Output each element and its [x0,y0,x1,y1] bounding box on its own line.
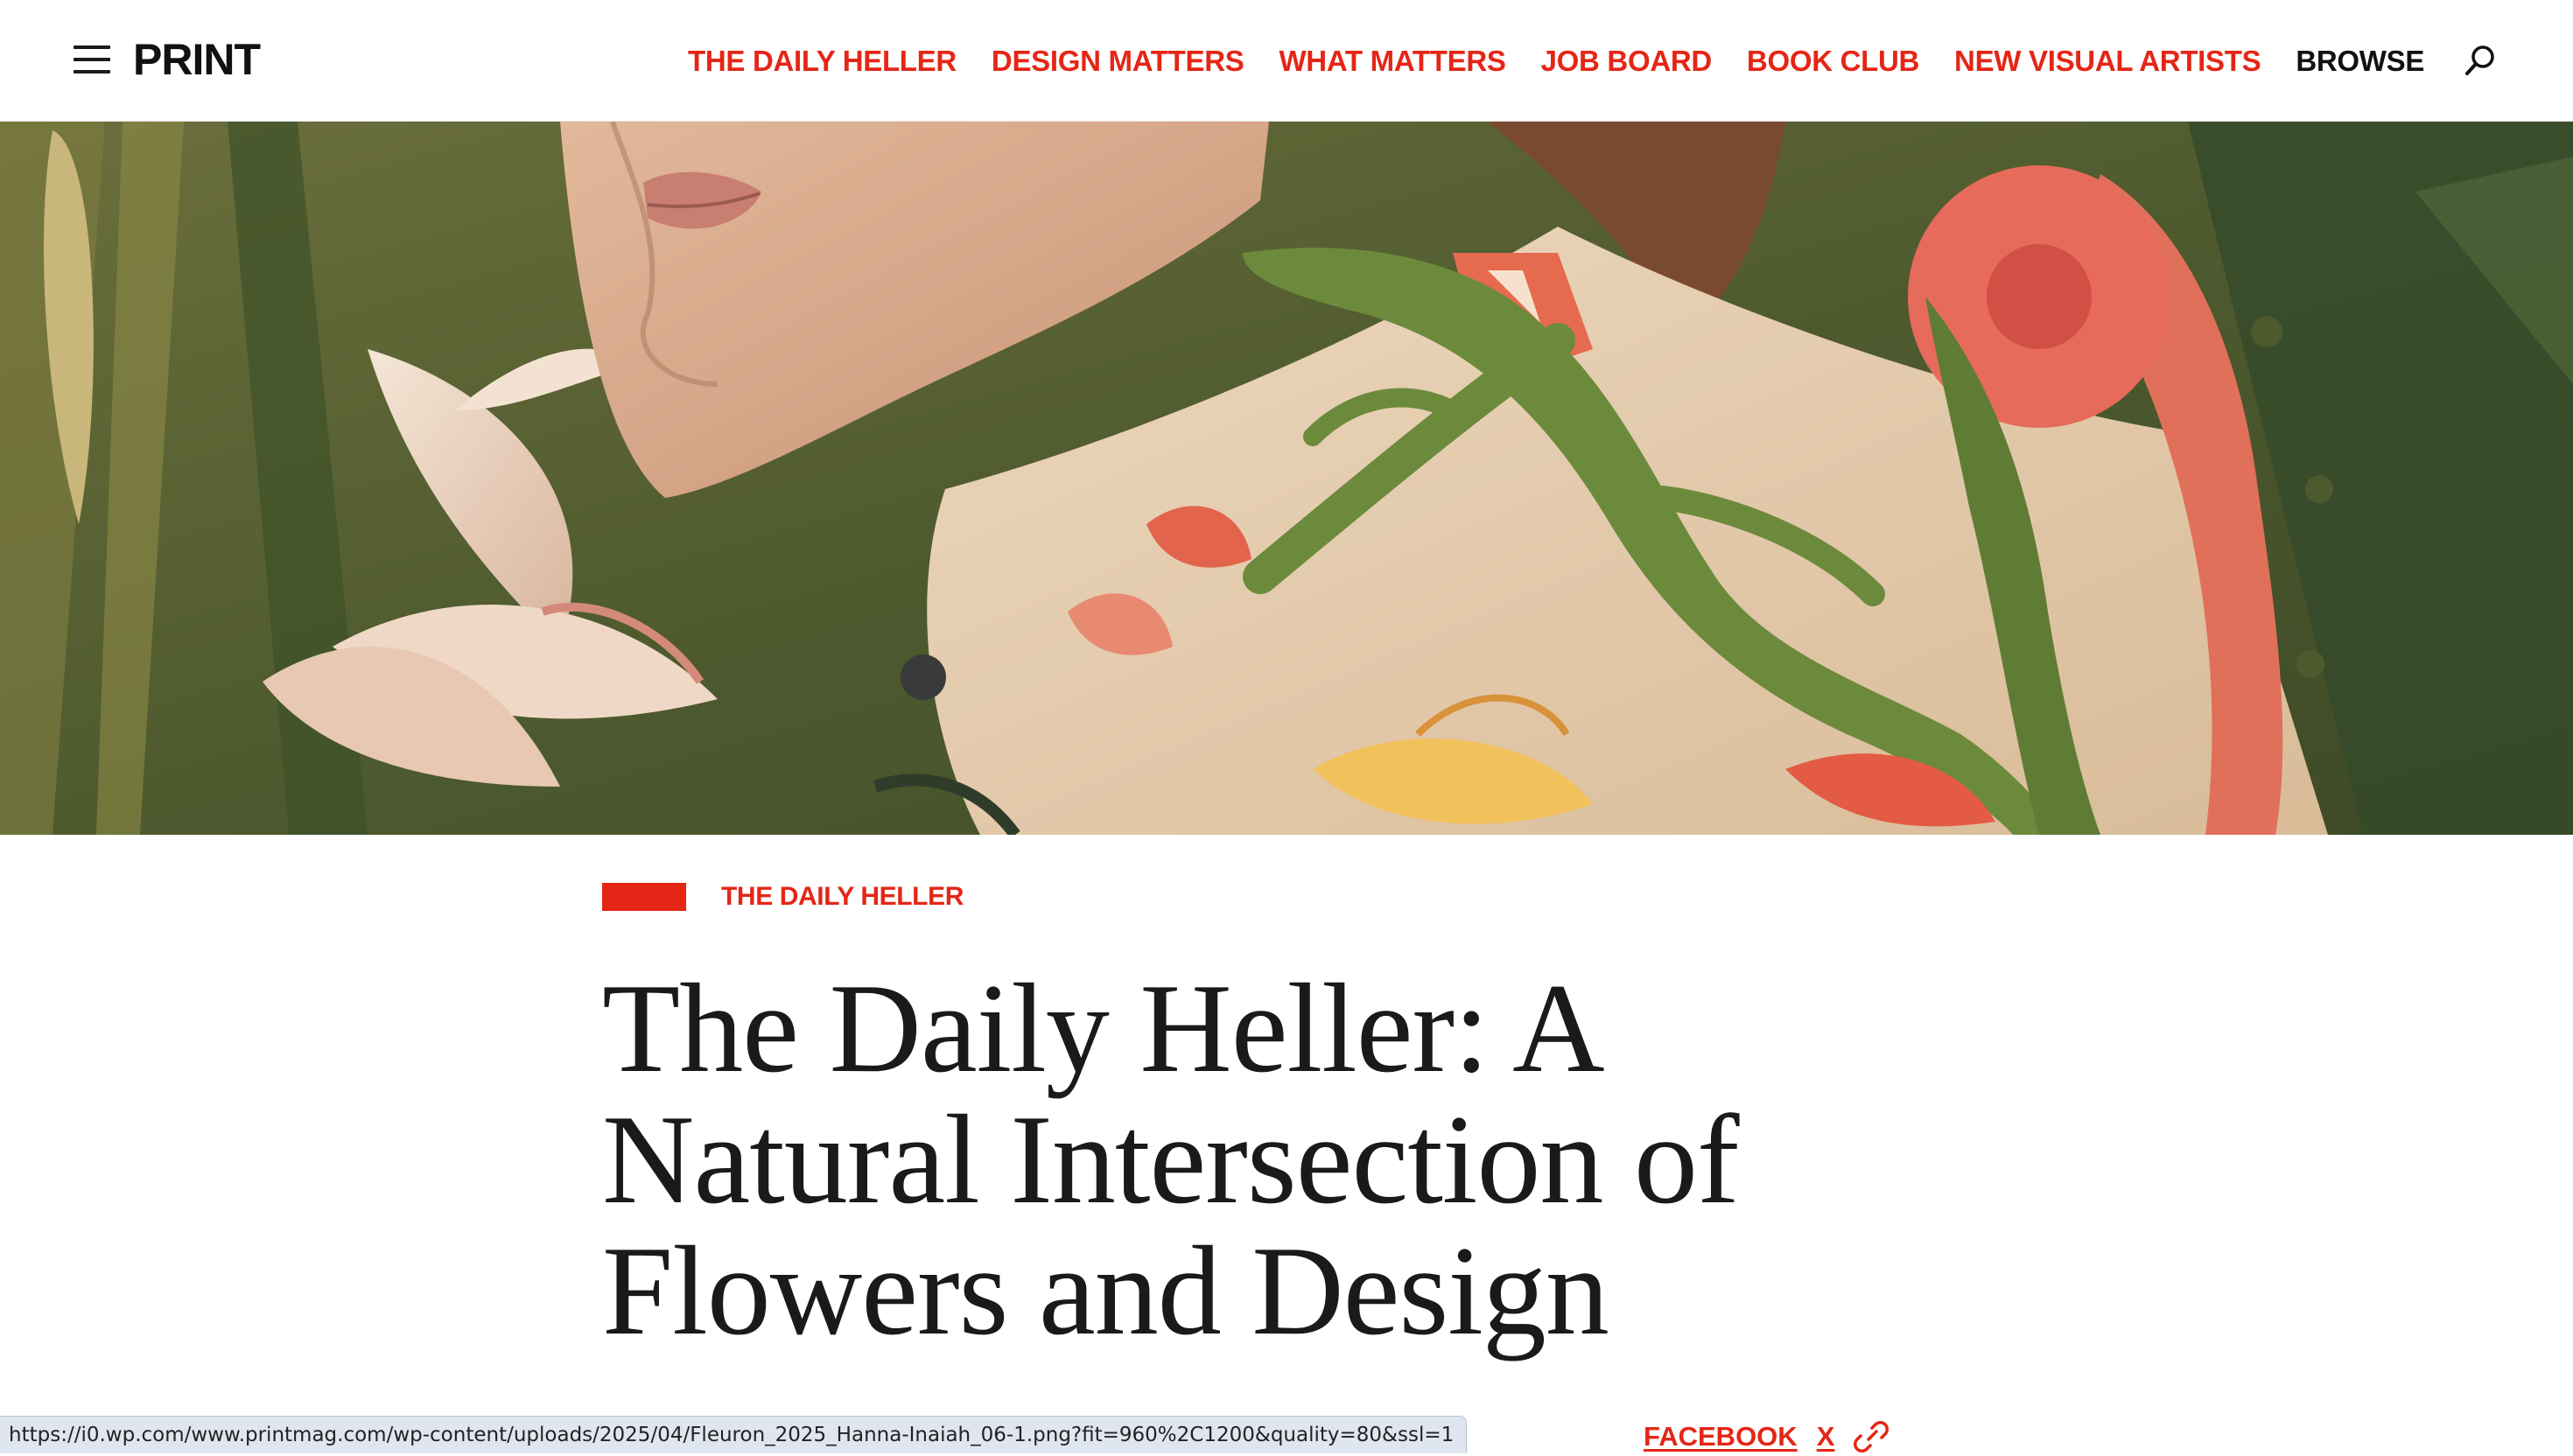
hamburger-menu-icon[interactable] [74,46,110,74]
article-title: The Daily Heller: A Natural Intersection… [602,957,1740,1362]
browser-status-url: https://i0.wp.com/www.printmag.com/wp-co… [0,1416,1468,1453]
category-accent-bar [602,883,686,911]
site-header: PRINT THE DAILY HELLER DESIGN MATTERS WH… [0,0,2573,122]
nav-item-the-daily-heller[interactable]: THE DAILY HELLER [688,45,957,78]
nav-item-design-matters[interactable]: DESIGN MATTERS [992,45,1244,78]
nav-item-new-visual-artists[interactable]: NEW VISUAL ARTISTS [1954,45,2261,78]
nav-item-what-matters[interactable]: WHAT MATTERS [1279,45,1505,78]
nav-item-book-club[interactable]: BOOK CLUB [1747,45,1919,78]
nav-item-browse[interactable]: BROWSE [2296,45,2424,78]
share-facebook-link[interactable]: FACEBOOK [1644,1421,1798,1452]
hero-image [0,122,2573,835]
share-x-link[interactable]: X [1817,1421,1835,1452]
search-icon[interactable] [2463,44,2498,79]
category-link[interactable]: THE DAILY HELLER [721,882,964,912]
category-row: THE DAILY HELLER [602,882,964,912]
nav-item-job-board[interactable]: JOB BOARD [1541,45,1713,78]
share-links: FACEBOOK X [1644,1418,1889,1456]
main-nav: THE DAILY HELLER DESIGN MATTERS WHAT MAT… [688,38,2424,84]
site-logo[interactable]: PRINT [133,32,261,88]
link-icon[interactable] [1854,1419,1889,1454]
